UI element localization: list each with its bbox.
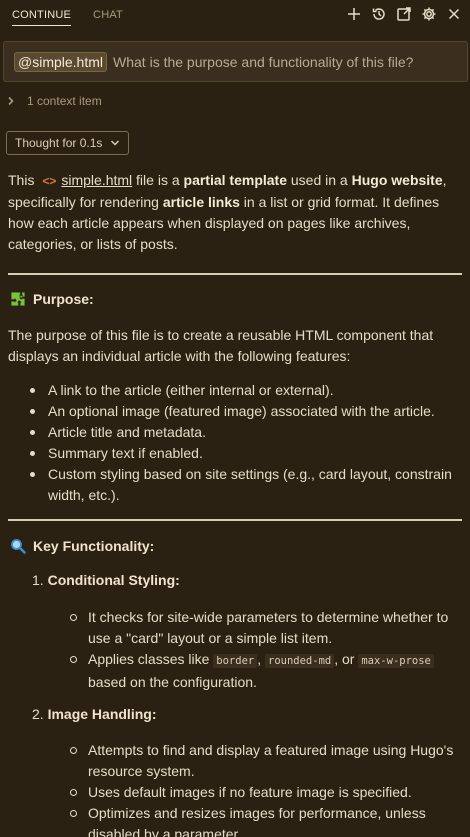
code-snippet: max-w-prose (358, 654, 434, 668)
code-file-icon: <> (42, 174, 57, 188)
divider (8, 519, 462, 521)
list-item: Optimizes and resizes images for perform… (68, 803, 460, 837)
close-icon[interactable] (445, 6, 462, 23)
plus-icon[interactable] (345, 6, 362, 23)
intro-paragraph: This <> simple.html file is a partial tem… (8, 172, 447, 252)
list-item: An optional image (featured image) assoc… (28, 401, 458, 422)
code-snippet: border (213, 654, 258, 668)
list-item: Uses default images if no feature image … (68, 782, 460, 803)
prompt-message[interactable]: @simple.html What is the purpose and fun… (3, 41, 468, 82)
tab-continue[interactable]: CONTINUE (12, 3, 72, 26)
list-item: A link to the article (either internal o… (28, 380, 458, 401)
purpose-text: The purpose of this file is to create a … (8, 327, 434, 364)
list-item: Article title and metadata. (28, 422, 458, 443)
divider (8, 273, 462, 275)
list-item: Custom styling based on site settings (e… (28, 464, 458, 506)
context-items-label: 1 context item (27, 94, 102, 108)
magnifier-icon (10, 538, 26, 554)
numbered-item-2: 2. Image Handling: (32, 706, 157, 722)
toolbar-icons (345, 6, 462, 23)
response-intro: This <> simple.html file is a partial tem… (8, 170, 463, 255)
functionality-heading: Key Functionality: (10, 538, 154, 554)
context-items-toggle[interactable]: 1 context item (6, 94, 102, 108)
thought-label: Thought for 0.1s (15, 136, 103, 150)
code-snippet: rounded-md (265, 654, 335, 668)
settings-icon[interactable] (420, 6, 437, 23)
puzzle-icon (10, 291, 26, 307)
thought-toggle-button[interactable]: Thought for 0.1s (6, 131, 129, 155)
list-item: It checks for site-wide parameters to de… (68, 607, 460, 649)
purpose-list: A link to the article (either internal o… (28, 380, 458, 506)
list-item: Attempts to find and display a featured … (68, 740, 460, 782)
list-item: Applies classes like border, rounded-md,… (68, 649, 460, 693)
open-external-icon[interactable] (395, 6, 412, 23)
file-mention-chip[interactable]: @simple.html (14, 51, 108, 72)
sub-list-styling: It checks for site-wide parameters to de… (68, 607, 460, 693)
sub-list-images: Attempts to find and display a featured … (68, 740, 460, 837)
file-link[interactable]: simple.html (61, 172, 132, 188)
numbered-item-1: 1. Conditional Styling: (32, 572, 180, 588)
tab-chat[interactable]: CHAT (93, 3, 123, 25)
chevron-down-icon (111, 140, 120, 146)
list-item: Summary text if enabled. (28, 443, 458, 464)
prompt-text: What is the purpose and functionality of… (113, 53, 414, 70)
chevron-right-icon (8, 96, 14, 106)
purpose-heading: Purpose: (10, 291, 94, 307)
top-bar: CONTINUE CHAT (0, 0, 470, 28)
history-icon[interactable] (370, 6, 387, 23)
